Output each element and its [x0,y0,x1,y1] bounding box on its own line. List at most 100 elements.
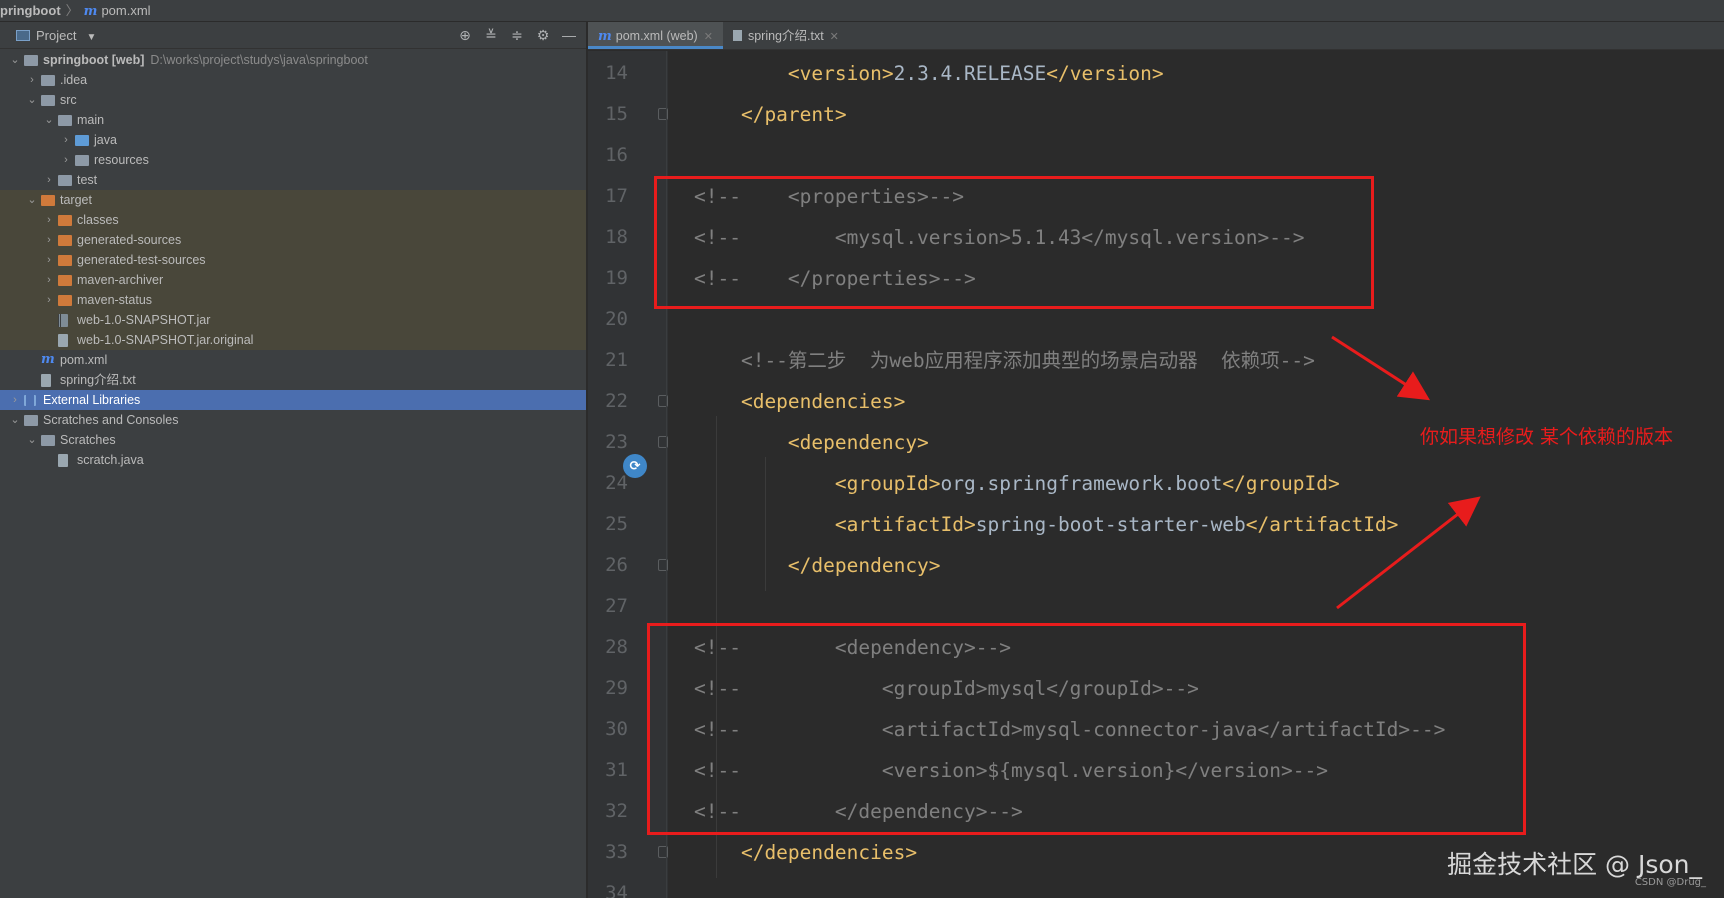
code-line: </dependencies> [694,832,917,873]
tree-item-idea[interactable]: › .idea [0,70,586,90]
text-file-icon [41,374,51,387]
chevron-right-icon[interactable]: › [61,150,71,170]
line-number: 27 [605,595,628,617]
line-number: 33 [605,841,628,863]
chevron-right-icon[interactable]: › [10,390,20,410]
tree-item-label: target [60,190,92,210]
tree-item-main[interactable]: ⌄ main [0,110,586,130]
locate-icon[interactable]: ⊕ [452,22,478,49]
chevron-right-icon[interactable]: › [44,270,54,290]
code-token: org.springframework.boot [940,472,1223,495]
tree-item-label: pom.xml [60,350,107,370]
tree-item-scratches[interactable]: ⌄ Scratches [0,430,586,450]
chevron-right-icon[interactable]: › [44,250,54,270]
chevron-down-icon[interactable]: ⌄ [27,430,37,450]
tree-item-maven-archiver[interactable]: › maven-archiver [0,270,586,290]
tree-item-label: Scratches [60,430,116,450]
tree-item-generated-sources[interactable]: › generated-sources [0,230,586,250]
chevron-right-icon[interactable]: › [61,130,71,150]
chevron-right-icon[interactable]: › [44,210,54,230]
tree-item-resources[interactable]: › resources [0,150,586,170]
tree-item-java[interactable]: › java [0,130,586,150]
chevron-right-icon[interactable]: › [27,70,37,90]
tree-item-text: java [94,133,117,147]
chevron-down-icon[interactable]: ⌄ [44,110,54,130]
tab-spring-txt[interactable]: spring介绍.txt ✕ [723,22,849,49]
watermark-sub: CSDN @Drug_ [1634,877,1706,888]
tree-item-label: spring介绍.txt [60,370,136,390]
project-title: Project [36,28,77,43]
excluded-folder-icon [41,195,55,206]
source-folder-icon [75,135,89,146]
code-line: <dependencies> [694,381,905,422]
gear-icon[interactable]: ⚙ [530,22,556,49]
tree-item-maven-status[interactable]: › maven-status [0,290,586,310]
tree-item-text: pom.xml [60,353,108,367]
tree-item-label: generated-test-sources [77,250,206,270]
tree-item-web-1-0-snapshot-jar-original[interactable]: web-1.0-SNAPSHOT.jar.original [0,330,586,350]
project-tool-window: Project ▼ ⊕ ≚ ≑ ⚙ — ⌄ springboot [web] D:\w… [0,22,587,898]
tree-item-text: test [77,173,98,187]
chevron-right-icon[interactable]: › [44,230,54,250]
tree-item-label: java [94,130,117,150]
tree-item-label: maven-archiver [77,270,163,290]
close-icon[interactable]: ✕ [830,31,839,43]
tree-item-label: .idea [60,70,87,90]
tree-item-label: resources [94,150,149,170]
tree-item-label: src [60,90,77,110]
tab-pom-xml[interactable]: m pom.xml (web) ✕ [588,22,723,49]
expand-all-icon[interactable]: ≚ [478,22,504,49]
spring-boot-gutter-icon[interactable]: ⟳ [623,454,647,478]
indent-guide [765,457,766,591]
tree-item-generated-test-sources[interactable]: › generated-test-sources [0,250,586,270]
jar-file-icon [58,314,68,327]
code-line: <artifactId>spring-boot-starter-web</art… [694,504,1399,545]
chevron-down-icon[interactable]: ⌄ [27,90,37,110]
tree-item-springboot[interactable]: ⌄ springboot [web] D:\works\project\studys… [0,50,586,70]
close-icon[interactable]: ✕ [704,31,713,43]
line-number: 19 [605,267,628,289]
chevron-down-icon[interactable]: ⌄ [27,190,37,210]
tree-item-external-libraries[interactable]: › External Libraries [0,390,586,410]
code-token: <dependency> [694,431,929,454]
line-number: 22 [605,390,628,412]
tree-item-text: classes [77,213,119,227]
annotation-box-properties [654,176,1374,309]
line-number: 15 [605,103,628,125]
excluded-folder-icon [58,295,72,306]
tree-item-scratch-java[interactable]: scratch.java [0,450,586,470]
folder-icon [41,75,55,86]
collapse-all-icon[interactable]: ≑ [504,22,530,49]
minimize-icon[interactable]: — [556,22,582,49]
tree-item-src[interactable]: ⌄ src [0,90,586,110]
tree-item-pom-xml[interactable]: m pom.xml [0,350,586,370]
line-number: 14 [605,62,628,84]
tree-item-web-1-0-snapshot-jar[interactable]: web-1.0-SNAPSHOT.jar [0,310,586,330]
excluded-folder-icon [58,215,72,226]
breadcrumb-file[interactable]: pom.xml [101,3,150,18]
tree-item-text: Scratches and Consoles [43,413,179,427]
chevron-down-icon: ▼ [86,32,97,43]
resources-folder-icon [75,155,89,166]
chevron-down-icon[interactable]: ⌄ [10,410,20,430]
tree-item-label: springboot [web] D:\works\project\studys\… [43,50,368,70]
folder-icon [41,435,55,446]
code-token: spring-boot-starter-web [975,513,1246,536]
tree-item-target[interactable]: ⌄ target [0,190,586,210]
folder-icon [58,115,72,126]
project-view-selector[interactable]: Project ▼ [16,22,96,51]
chevron-right-icon[interactable]: › [44,170,54,190]
project-icon [16,30,30,41]
code-line: <dependency> [694,422,929,463]
module-folder-icon [24,55,38,66]
chevron-right-icon[interactable]: › [44,290,54,310]
tree-item-spring-txt[interactable]: spring介绍.txt [0,370,586,390]
line-number: 32 [605,800,628,822]
breadcrumb-project[interactable]: pringboot [0,3,61,18]
tree-item-classes[interactable]: › classes [0,210,586,230]
line-number: 23 [605,431,628,453]
tree-item-test[interactable]: › test [0,170,586,190]
tree-item-label: Scratches and Consoles [43,410,179,430]
chevron-down-icon[interactable]: ⌄ [10,50,20,70]
tree-item-scratches-and-consoles[interactable]: ⌄ Scratches and Consoles [0,410,586,430]
